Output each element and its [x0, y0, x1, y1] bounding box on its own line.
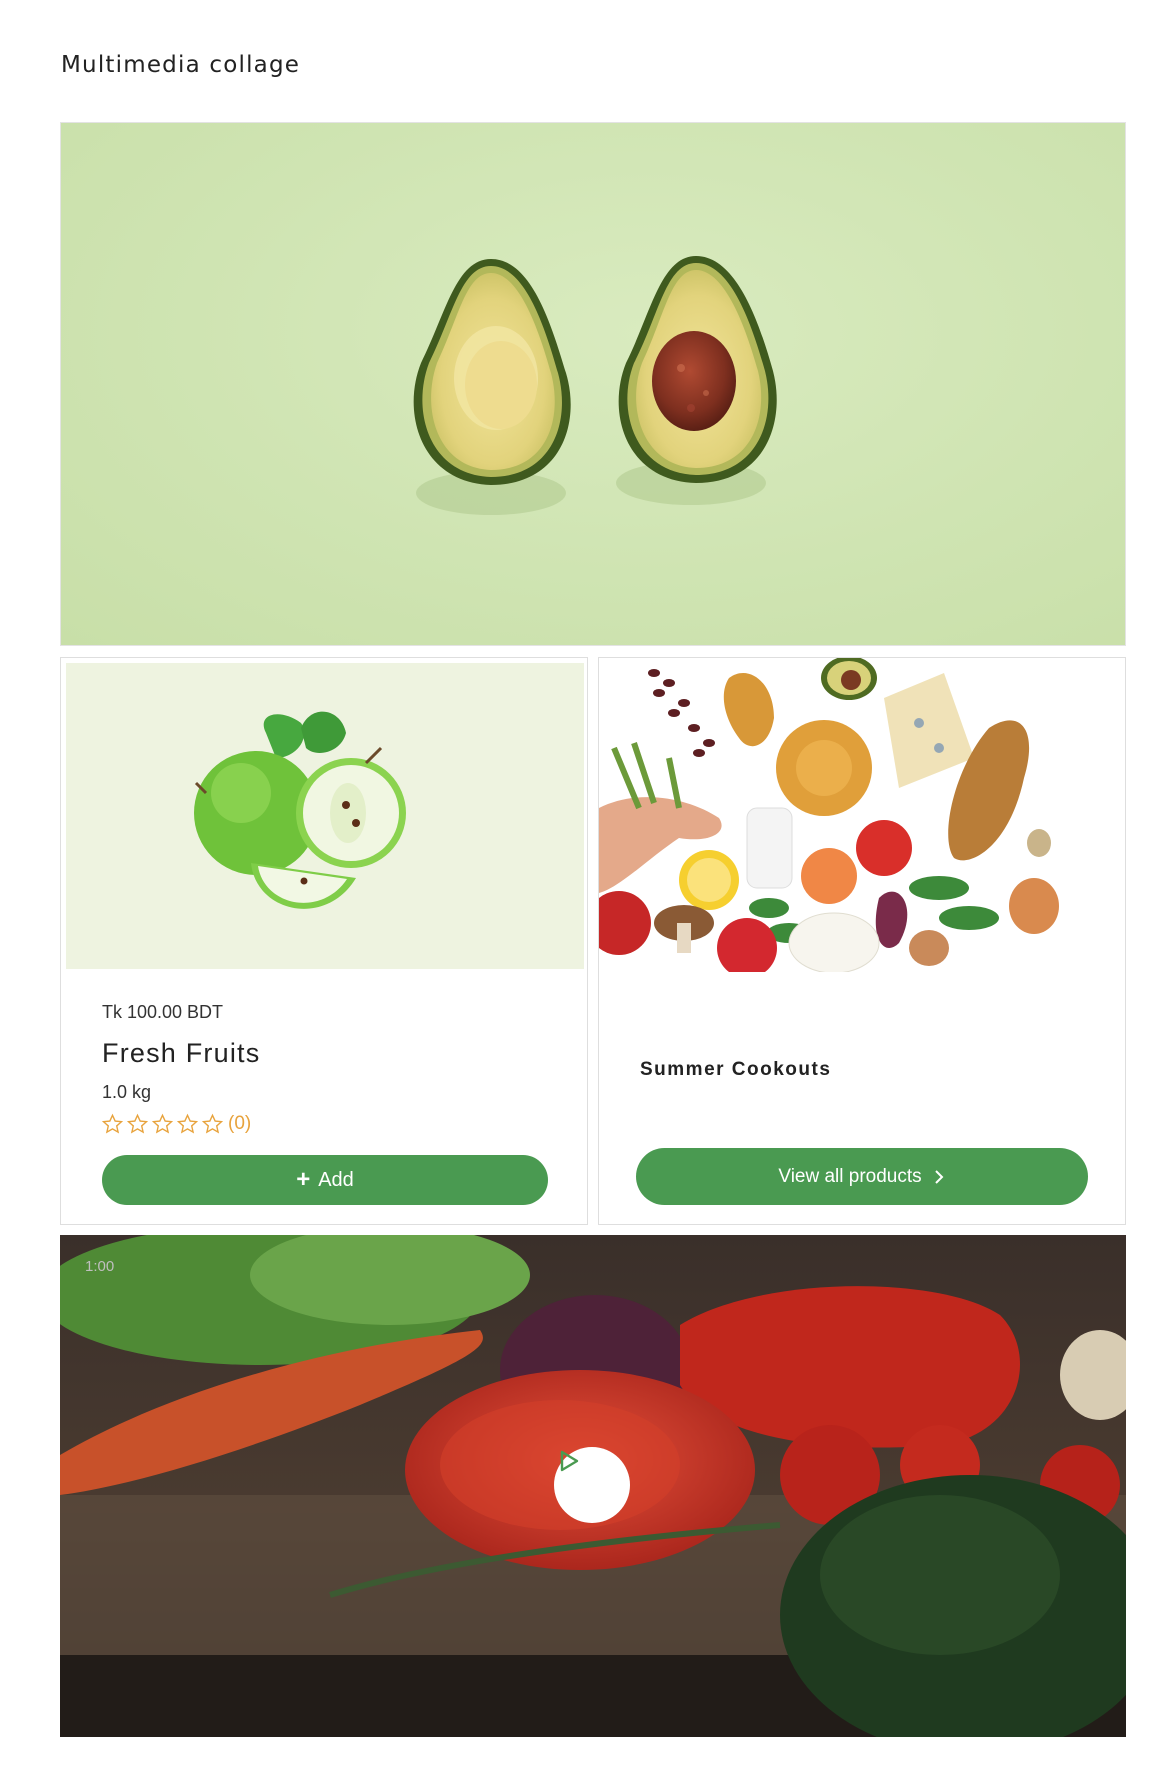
star-icon [126, 1113, 149, 1134]
hero-avocado-image[interactable] [60, 122, 1126, 646]
product-weight: 1.0 kg [102, 1082, 152, 1102]
star-icon [101, 1113, 124, 1134]
view-all-products-button[interactable]: View all products [636, 1148, 1088, 1205]
add-to-cart-button[interactable]: + Add [102, 1155, 548, 1205]
play-icon [560, 1450, 579, 1472]
rating-count: (0) [228, 1113, 252, 1134]
product-name[interactable]: Fresh Fruits [102, 1038, 260, 1069]
star-icon [176, 1113, 199, 1134]
star-icon [201, 1113, 224, 1134]
product-price: Tk 100.00 BDT [102, 1002, 224, 1022]
view-all-label: View all products [778, 1165, 922, 1187]
collection-card[interactable]: Summer Cookouts View all products [598, 657, 1126, 1225]
collection-title[interactable]: Summer Cookouts [640, 1059, 831, 1081]
groceries-collage-image[interactable] [599, 658, 1125, 972]
green-apple-image[interactable] [66, 663, 584, 969]
plus-icon: + [296, 1166, 311, 1193]
section-title: Multimedia collage [61, 52, 301, 78]
play-button[interactable] [554, 1447, 630, 1523]
chevron-right-icon [934, 1169, 944, 1184]
video-player[interactable]: 1:00 [60, 1235, 1126, 1737]
product-rating: (0) [101, 1113, 251, 1135]
product-card[interactable]: Tk 100.00 BDT Fresh Fruits 1.0 kg (0) + … [60, 657, 588, 1225]
add-button-label: Add [318, 1168, 354, 1191]
star-icon [151, 1113, 174, 1134]
avocado-image [413, 256, 777, 515]
video-timestamp: 1:00 [85, 1258, 115, 1275]
